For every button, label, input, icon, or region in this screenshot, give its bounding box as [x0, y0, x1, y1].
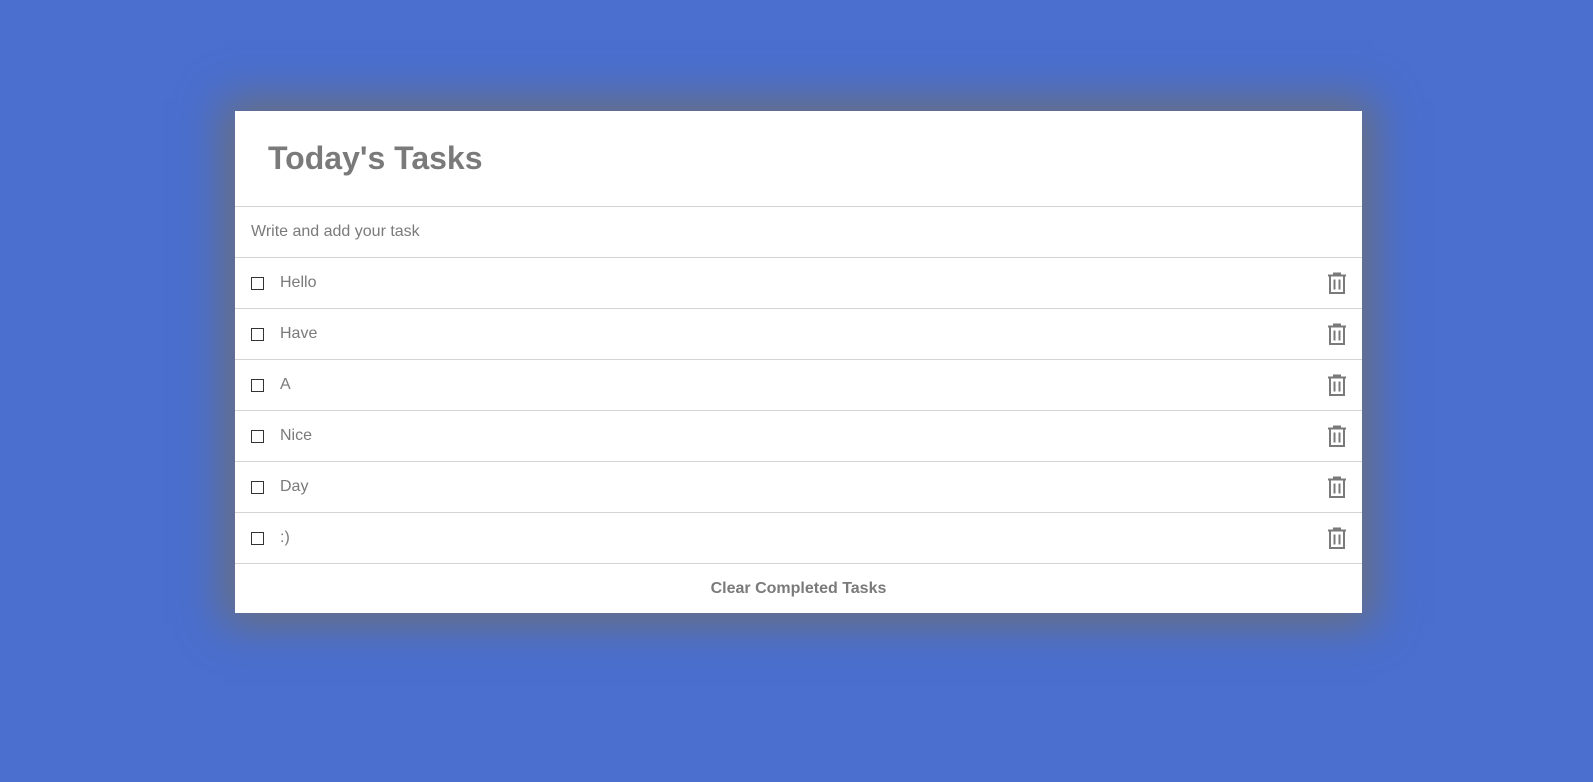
trash-icon	[1327, 323, 1347, 346]
card-header: Today's Tasks	[235, 111, 1362, 207]
delete-task-button[interactable]	[1326, 373, 1348, 397]
delete-task-button[interactable]	[1326, 271, 1348, 295]
task-text: Have	[280, 325, 318, 342]
task-item: Have	[235, 309, 1362, 360]
task-text: Nice	[280, 427, 313, 444]
task-checkbox[interactable]	[251, 378, 264, 392]
task-input[interactable]	[235, 207, 1362, 257]
task-checkbox[interactable]	[251, 327, 264, 341]
trash-icon	[1327, 527, 1347, 550]
task-list: Hello Have A Nice Day:)	[235, 258, 1362, 564]
trash-icon	[1327, 476, 1347, 499]
task-item: A	[235, 360, 1362, 411]
trash-icon	[1327, 272, 1347, 295]
delete-task-button[interactable]	[1326, 475, 1348, 499]
task-text: Hello	[280, 274, 317, 291]
trash-icon	[1327, 374, 1347, 397]
task-checkbox[interactable]	[251, 276, 264, 290]
task-checkbox[interactable]	[251, 480, 264, 494]
task-text: Day	[280, 478, 309, 495]
delete-task-button[interactable]	[1326, 322, 1348, 346]
task-input-row	[235, 207, 1362, 258]
delete-task-button[interactable]	[1326, 424, 1348, 448]
task-text: :)	[280, 529, 290, 546]
task-checkbox[interactable]	[251, 531, 264, 545]
card-footer: Clear Completed Tasks	[235, 564, 1362, 613]
task-item: :)	[235, 513, 1362, 564]
task-item: Hello	[235, 258, 1362, 309]
task-text: A	[280, 376, 291, 393]
task-item: Nice	[235, 411, 1362, 462]
delete-task-button[interactable]	[1326, 526, 1348, 550]
clear-completed-button[interactable]: Clear Completed Tasks	[703, 576, 895, 602]
trash-icon	[1327, 425, 1347, 448]
task-checkbox[interactable]	[251, 429, 264, 443]
task-item: Day	[235, 462, 1362, 513]
page-title: Today's Tasks	[268, 140, 483, 176]
task-card: Today's Tasks Hello H	[235, 111, 1362, 613]
